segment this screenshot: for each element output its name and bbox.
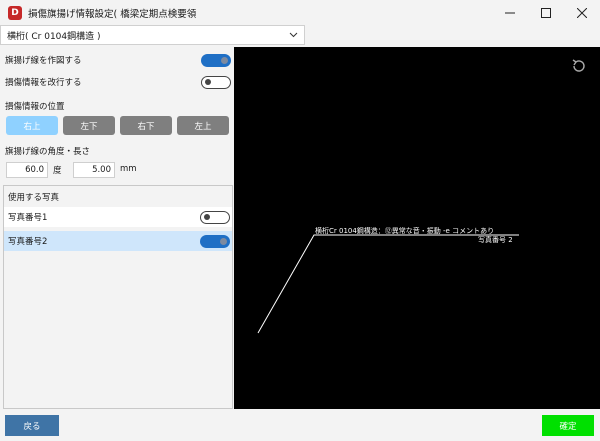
flag-line-drawing: 横桁Cr 0104鋼構造：⑫異常な音・振動 -e コメントあり 写真番号 2 [257,226,519,334]
position-buttons: 右上 左下 右下 左上 [6,116,229,135]
photo-row-1[interactable]: 写真番号1 [4,207,232,227]
photos-panel: 使用する写真 写真番号1 写真番号2 [3,185,233,409]
wrap-info-row: 損傷情報を改行する [5,74,233,90]
angle-input[interactable]: 60.0 [6,162,48,178]
member-select[interactable]: 横桁( Cr 0104鋼構造 ) [0,25,305,45]
position-button-bottom-left[interactable]: 左下 [63,116,115,135]
app-logo-icon: D [8,5,22,20]
draw-flag-line-row: 旗揚げ線を作図する [5,52,233,68]
length-unit: mm [120,164,137,174]
footer-bar: 戻る 確定 [0,409,600,441]
photo-1-toggle[interactable] [200,210,230,224]
photo-2-toggle[interactable] [200,234,230,248]
photo-row-2[interactable]: 写真番号2 [4,231,232,251]
position-button-top-right[interactable]: 右上 [6,116,58,135]
position-button-bottom-right[interactable]: 右下 [120,116,172,135]
photos-header: 使用する写真 [8,193,60,203]
window-controls [492,0,600,25]
angle-length-label: 旗揚げ線の角度・長さ [5,143,233,159]
back-button[interactable]: 戻る [5,415,59,436]
close-icon[interactable] [564,0,600,25]
draw-flag-line-toggle[interactable] [201,53,231,67]
photo-number-text: 写真番号 2 [478,235,513,244]
damage-info-text: 横桁Cr 0104鋼構造：⑫異常な音・振動 -e コメントあり [315,226,494,235]
maximize-icon[interactable] [528,0,564,25]
angle-unit: 度 [53,166,62,176]
position-button-top-left[interactable]: 左上 [177,116,229,135]
angle-length-label-text: 旗揚げ線の角度・長さ [5,147,91,157]
photo-label: 写真番号1 [8,213,48,223]
flag-line [257,234,519,334]
minimize-icon[interactable] [492,0,528,25]
draw-flag-line-label: 旗揚げ線を作図する [5,56,82,66]
position-label-text: 損傷情報の位置 [5,102,65,112]
length-input[interactable]: 5.00 [73,162,115,178]
photo-label: 写真番号2 [8,237,48,247]
member-select-value: 横桁( Cr 0104鋼構造 ) [7,31,101,42]
window-title: 損傷旗揚げ情報設定( 橋梁定期点検要領 [28,8,197,20]
preview-canvas[interactable]: 横桁Cr 0104鋼構造：⑫異常な音・振動 -e コメントあり 写真番号 2 [234,47,600,409]
chevron-down-icon [289,31,298,41]
wrap-info-toggle[interactable] [201,75,231,89]
wrap-info-label: 損傷情報を改行する [5,78,82,88]
confirm-button[interactable]: 確定 [542,415,594,436]
title-bar: D 損傷旗揚げ情報設定( 橋梁定期点検要領 [0,0,600,25]
position-label: 損傷情報の位置 [5,98,233,114]
